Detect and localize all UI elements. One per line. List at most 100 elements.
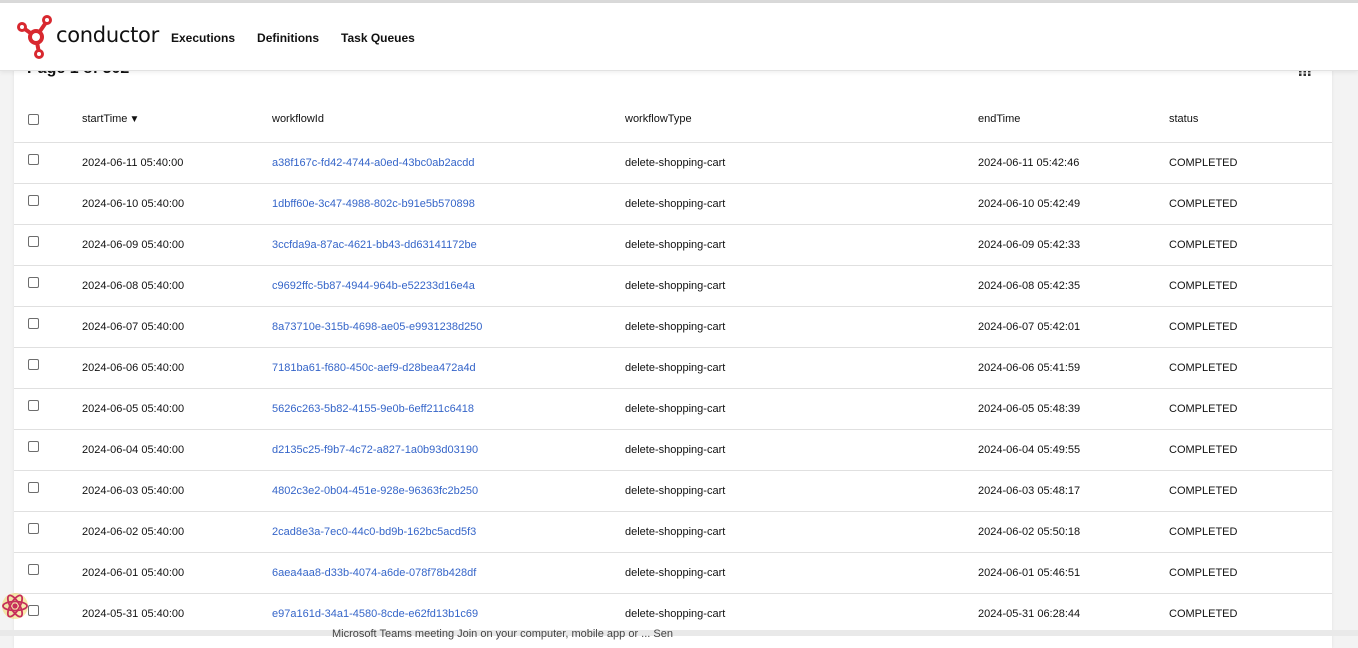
cell-starttime: 2024-06-01 05:40:00	[82, 566, 185, 579]
cell-status: COMPLETED	[1169, 443, 1238, 456]
workflow-id-link[interactable]: 8a73710e-315b-4698-ae05-e9931238d250	[272, 321, 482, 333]
workflow-id-link[interactable]: 5626c263-5b82-4155-9e0b-6eff211c6418	[272, 403, 474, 415]
cell-endtime: 2024-05-31 06:28:44	[978, 607, 1081, 620]
table-row: 2024-05-31 05:40:00 e97a161d-34a1-4580-8…	[14, 593, 1332, 634]
row-checkbox[interactable]	[28, 236, 39, 248]
cell-workflowid: a38f167c-fd42-4744-a0ed-43bc0ab2acdd	[272, 142, 625, 183]
row-checkbox[interactable]	[28, 154, 39, 166]
cell-workflowtype: delete-shopping-cart	[625, 156, 726, 169]
cell-workflowid: 8a73710e-315b-4698-ae05-e9931238d250	[272, 306, 625, 347]
row-select-cell	[14, 142, 82, 183]
app-logo-text[interactable]: conductor	[56, 23, 159, 47]
cell-endtime: 2024-06-04 05:49:55	[978, 443, 1081, 456]
cell-workflowtype: delete-shopping-cart	[625, 566, 726, 579]
cell-workflowtype: delete-shopping-cart	[625, 484, 726, 497]
nav-task-queues[interactable]: Task Queues	[341, 31, 415, 45]
cell-workflowid: d2135c25-f9b7-4c72-a827-1a0b93d03190	[272, 429, 625, 470]
cell-starttime: 2024-06-08 05:40:00	[82, 279, 185, 292]
workflow-id-link[interactable]: 7181ba61-f680-450c-aef9-d28bea472a4d	[272, 362, 476, 374]
cell-starttime: 2024-06-04 05:40:00	[82, 443, 185, 456]
workflow-id-link[interactable]: 3ccfda9a-87ac-4621-bb43-dd63141172be	[272, 239, 477, 251]
row-select-cell	[14, 429, 82, 470]
row-checkbox[interactable]	[28, 318, 39, 330]
executions-table: startTime ▼ workflowId workflowType endTi…	[14, 97, 1332, 635]
column-header-endtime[interactable]: endTime	[978, 97, 1169, 142]
row-checkbox[interactable]	[28, 482, 39, 494]
row-select-cell	[14, 265, 82, 306]
nav-definitions[interactable]: Definitions	[257, 31, 319, 45]
cell-workflowid: c9692ffc-5b87-4944-964b-e52233d16e4a	[272, 265, 625, 306]
table-row: 2024-06-05 05:40:00 5626c263-5b82-4155-9…	[14, 388, 1332, 429]
workflow-id-link[interactable]: a38f167c-fd42-4744-a0ed-43bc0ab2acdd	[272, 157, 474, 169]
bottom-strip	[0, 630, 1358, 636]
cell-endtime: 2024-06-07 05:42:01	[978, 320, 1081, 333]
cell-starttime: 2024-06-03 05:40:00	[82, 484, 185, 497]
cell-starttime: 2024-06-09 05:40:00	[82, 238, 185, 251]
row-checkbox[interactable]	[28, 523, 39, 535]
table-row: 2024-06-07 05:40:00 8a73710e-315b-4698-a…	[14, 306, 1332, 347]
workflow-id-link[interactable]: d2135c25-f9b7-4c72-a827-1a0b93d03190	[272, 444, 478, 456]
cell-workflowtype: delete-shopping-cart	[625, 402, 726, 415]
nav-executions[interactable]: Executions	[171, 31, 235, 45]
column-label: startTime	[82, 113, 128, 126]
workflow-id-link[interactable]: 4802c3e2-0b04-451e-928e-96363fc2b250	[272, 485, 478, 497]
row-checkbox[interactable]	[28, 277, 39, 289]
column-header-workflowtype[interactable]: workflowType	[625, 97, 978, 142]
cell-status: COMPLETED	[1169, 402, 1238, 415]
workflow-id-link[interactable]: 2cad8e3a-7ec0-44c0-bd9b-162bc5acd5f3	[272, 526, 476, 538]
row-checkbox[interactable]	[28, 441, 39, 453]
row-select-cell	[14, 388, 82, 429]
cell-workflowid: 6aea4aa8-d33b-4074-a6de-078f78b428df	[272, 552, 625, 593]
cell-workflowtype: delete-shopping-cart	[625, 320, 726, 333]
cell-status: COMPLETED	[1169, 156, 1238, 169]
row-select-cell	[14, 552, 82, 593]
column-header-starttime[interactable]: startTime ▼	[82, 97, 272, 142]
table-row: 2024-06-04 05:40:00 d2135c25-f9b7-4c72-a…	[14, 429, 1332, 470]
row-checkbox[interactable]	[28, 400, 39, 412]
cell-workflowtype: delete-shopping-cart	[625, 443, 726, 456]
conductor-logo-icon[interactable]	[14, 13, 59, 61]
table-body: 2024-06-11 05:40:00 a38f167c-fd42-4744-a…	[14, 142, 1332, 634]
cell-starttime: 2024-06-10 05:40:00	[82, 197, 185, 210]
main-nav: Executions Definitions Task Queues	[171, 31, 437, 45]
cell-workflowid: 5626c263-5b82-4155-9e0b-6eff211c6418	[272, 388, 625, 429]
cell-endtime: 2024-06-03 05:48:17	[978, 484, 1081, 497]
cell-endtime: 2024-06-11 05:42:46	[978, 156, 1080, 169]
table-row: 2024-06-01 05:40:00 6aea4aa8-d33b-4074-a…	[14, 552, 1332, 593]
table-row: 2024-06-08 05:40:00 c9692ffc-5b87-4944-9…	[14, 265, 1332, 306]
react-devtools-icon[interactable]	[0, 591, 30, 621]
column-header-workflowid[interactable]: workflowId	[272, 97, 625, 142]
workflow-id-link[interactable]: c9692ffc-5b87-4944-964b-e52233d16e4a	[272, 280, 475, 292]
column-header-status[interactable]: status	[1169, 97, 1332, 142]
row-select-cell	[14, 470, 82, 511]
cell-status: COMPLETED	[1169, 566, 1238, 579]
sort-desc-icon[interactable]: ▼	[129, 114, 139, 125]
cell-status: COMPLETED	[1169, 361, 1238, 374]
workflow-id-link[interactable]: 1dbff60e-3c47-4988-802c-b91e5b570898	[272, 198, 475, 210]
row-checkbox[interactable]	[28, 359, 39, 371]
cell-workflowid: 1dbff60e-3c47-4988-802c-b91e5b570898	[272, 183, 625, 224]
workflow-id-link[interactable]: e97a161d-34a1-4580-8cde-e62fd13b1c69	[272, 608, 478, 620]
cell-status: COMPLETED	[1169, 607, 1238, 620]
workflow-id-link[interactable]: 6aea4aa8-d33b-4074-a6de-078f78b428df	[272, 567, 476, 579]
table-row: 2024-06-11 05:40:00 a38f167c-fd42-4744-a…	[14, 142, 1332, 183]
select-all-checkbox[interactable]	[28, 113, 39, 125]
cell-endtime: 2024-06-01 05:46:51	[978, 566, 1081, 579]
cell-starttime: 2024-06-05 05:40:00	[82, 402, 185, 415]
row-checkbox[interactable]	[28, 195, 39, 207]
cell-status: COMPLETED	[1169, 525, 1238, 538]
cell-workflowtype: delete-shopping-cart	[625, 238, 726, 251]
cell-workflowtype: delete-shopping-cart	[625, 279, 726, 292]
table-row: 2024-06-09 05:40:00 3ccfda9a-87ac-4621-b…	[14, 224, 1332, 265]
cell-starttime: 2024-06-06 05:40:00	[82, 361, 185, 374]
cell-starttime: 2024-06-11 05:40:00	[82, 156, 184, 169]
cell-starttime: 2024-06-07 05:40:00	[82, 320, 185, 333]
cell-workflowtype: delete-shopping-cart	[625, 607, 726, 620]
row-checkbox[interactable]	[28, 564, 39, 576]
cell-workflowtype: delete-shopping-cart	[625, 361, 726, 374]
cell-workflowtype: delete-shopping-cart	[625, 197, 726, 210]
row-select-cell	[14, 511, 82, 552]
cell-workflowtype: delete-shopping-cart	[625, 525, 726, 538]
row-select-cell	[14, 183, 82, 224]
select-all-cell	[14, 97, 82, 142]
